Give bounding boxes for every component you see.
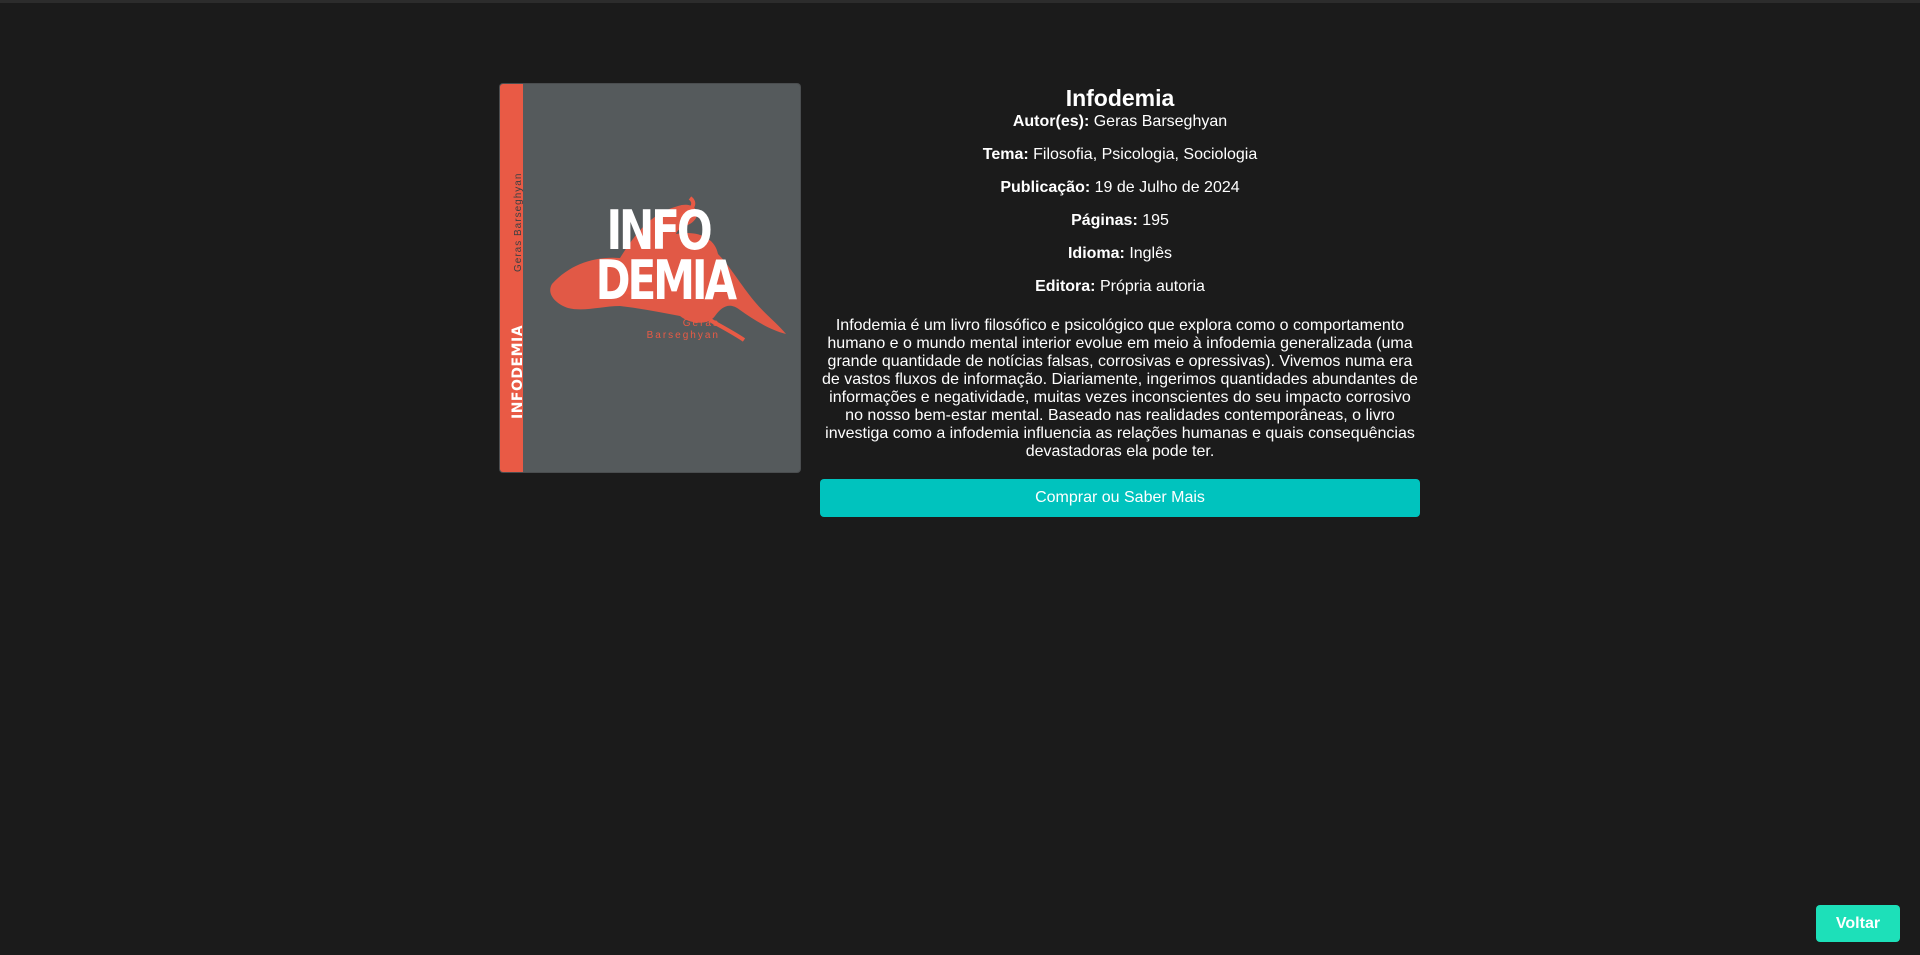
detail-language: Idioma: Inglês: [820, 244, 1420, 277]
cover-spine-title: INFODEMIA: [510, 324, 526, 419]
cover-author-line: Geras: [682, 318, 720, 329]
detail-pages: Páginas: 195: [820, 211, 1420, 244]
book-description: Infodemia é um livro filosófico e psicol…: [822, 317, 1418, 460]
book-cover-image: INFODEMIA Geras Barseghyan INFO DEMIA Ge…: [500, 84, 800, 472]
detail-label: Páginas:: [1071, 212, 1138, 229]
detail-label: Autor(es):: [1012, 113, 1090, 130]
detail-label: Tema:: [982, 146, 1029, 163]
book-title: Infodemia: [1065, 85, 1175, 111]
detail-publisher: Editora: Própria autoria: [820, 277, 1420, 310]
detail-label: Publicação:: [1000, 179, 1091, 196]
cover-title: INFO DEMIA: [595, 204, 737, 312]
detail-value: 195: [1142, 212, 1169, 229]
detail-value: Inglês: [1129, 245, 1173, 262]
cover-author-line: Barseghyan: [646, 330, 720, 341]
detail-value: Filosofia, Psicologia, Sociologia: [1033, 146, 1258, 163]
detail-label: Idioma:: [1067, 245, 1125, 262]
detail-value: Geras Barseghyan: [1093, 113, 1228, 130]
cover-spine-author: Geras Barseghyan: [513, 172, 524, 272]
detail-value: Própria autoria: [1099, 278, 1205, 295]
back-button[interactable]: Voltar: [1816, 905, 1900, 942]
detail-authors: Autor(es): Geras Barseghyan: [820, 112, 1420, 145]
cover-author: Geras Barseghyan: [620, 318, 720, 342]
detail-value: 19 de Julho de 2024: [1094, 179, 1240, 196]
book-detail: INFODEMIA Geras Barseghyan INFO DEMIA Ge…: [500, 84, 1420, 544]
detail-label: Editora:: [1035, 278, 1096, 295]
book-info: Infodemia Autor(es): Geras Barseghyan Te…: [820, 84, 1420, 517]
detail-publication: Publicação: 19 de Julho de 2024: [820, 178, 1420, 211]
top-border: [0, 0, 1920, 3]
detail-theme: Tema: Filosofia, Psicologia, Sociologia: [820, 145, 1420, 178]
buy-or-learn-more-button[interactable]: Comprar ou Saber Mais: [820, 479, 1420, 517]
cover-title-line: DEMIA: [595, 249, 737, 312]
